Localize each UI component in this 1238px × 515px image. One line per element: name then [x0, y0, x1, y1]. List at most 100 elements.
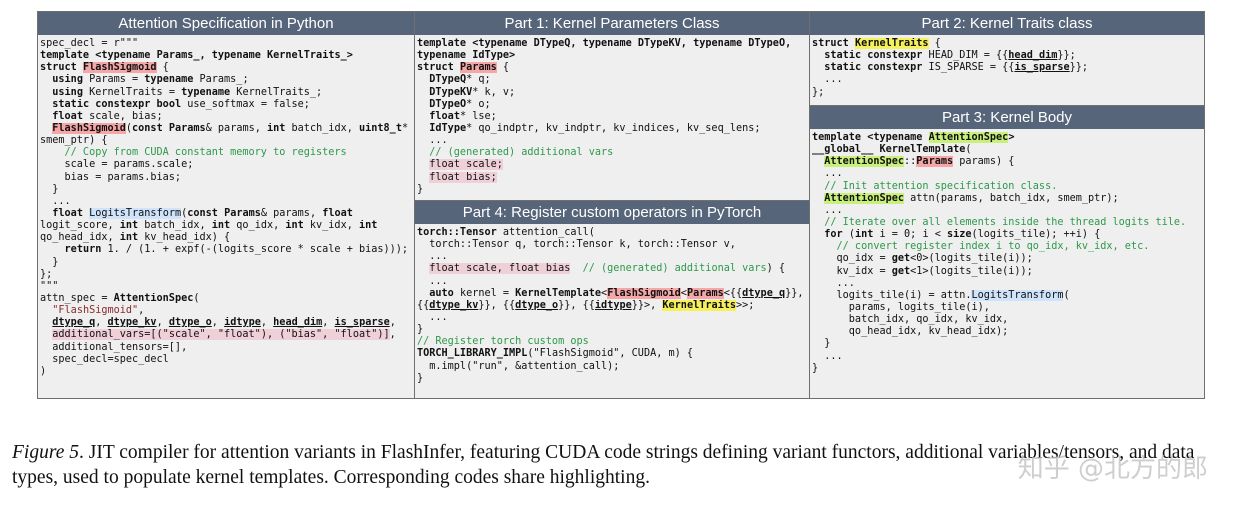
code-line: scale = params.scale; [40, 159, 194, 171]
code-line: additional_tensors=[], [40, 341, 188, 353]
part3-panel: Part 3: Kernel Body template <typename A… [810, 106, 1204, 375]
code-line: "FlashSigmoid", [52, 305, 145, 317]
part4-panel: Part 4: Register custom operators in PyT… [415, 201, 809, 385]
code-line: static constexpr IS_SPARSE = {{is_sparse… [824, 62, 1089, 74]
code-line: }; [40, 268, 53, 280]
code-line: logit_score, int batch_idx, int qo_idx, … [40, 220, 378, 232]
code-line: additional_vars=[("scale", "float"), ("b… [52, 329, 396, 341]
part3-header: Part 3: Kernel Body [810, 106, 1204, 129]
code-line: qo_head_idx, int kv_head_idx) { [40, 232, 231, 244]
code-line: logits_tile(i) = attn.LogitsTransform( [812, 289, 1070, 301]
code-line: torch::Tensor q, torch::Tensor k, torch:… [417, 239, 736, 251]
code-line: struct KernelTraits { [812, 38, 941, 49]
code-line: AttentionSpec::Params params) { [824, 156, 1015, 168]
code-line: } [417, 324, 424, 336]
watermark: 知乎 @北方的郎 [1017, 454, 1208, 484]
code-line: ... [812, 277, 855, 289]
code-line: // convert register index i to qo_idx, k… [812, 241, 1150, 253]
code-line: attn_spec = AttentionSpec( [40, 292, 200, 304]
figure-label: Figure 5 [12, 442, 79, 463]
code-line: float LogitsTransform(const Params& para… [52, 207, 353, 219]
code-line: ... [417, 311, 448, 323]
code-line: using Params = typename Params_; [52, 74, 249, 86]
part1-code: template <typename DTypeQ, typename DTyp… [415, 35, 809, 196]
python-spec-code: spec_decl = r""" template <typename Param… [38, 35, 414, 378]
divider [809, 12, 810, 398]
part3-code: template <typename AttentionSpec> __globa… [810, 129, 1204, 375]
figure-panel: Attention Specification in Python spec_d… [37, 11, 1205, 399]
code-line: float scale; [429, 159, 503, 171]
code-line: ... [812, 74, 843, 86]
code-line: struct Params { [417, 62, 510, 74]
code-line: float scale, float bias // (generated) a… [429, 263, 786, 275]
part4-header: Part 4: Register custom operators in PyT… [415, 201, 809, 224]
code-line: AttentionSpec attn(params, batch_idx, sm… [824, 192, 1119, 204]
part2-header: Part 2: Kernel Traits class [810, 12, 1204, 35]
code-line: ... [812, 168, 843, 180]
part1-header: Part 1: Kernel Parameters Class [415, 12, 809, 35]
code-line: ... [417, 251, 448, 263]
code-line: ... [417, 275, 448, 287]
divider [415, 200, 809, 201]
code-line: spec_decl=spec_decl [40, 353, 169, 365]
code-line: kv_idx = get<1>(logits_tile(i)); [812, 265, 1033, 277]
part4-code: torch::Tensor attention_call( torch::Ten… [415, 224, 809, 385]
code-line: bias = params.bias; [40, 171, 182, 183]
code-line: qo_idx = get<0>(logits_tile(i)); [812, 253, 1033, 265]
code-line: } [417, 183, 424, 195]
code-line: torch::Tensor attention_call( [417, 227, 595, 238]
code-line: } [40, 183, 59, 195]
code-line: ... [812, 204, 843, 216]
divider [414, 12, 415, 398]
code-line: float bias; [429, 171, 497, 183]
code-line: template <typename Params_, typename Ker… [40, 50, 353, 62]
code-line: FlashSigmoid(const Params& params, int b… [52, 122, 409, 134]
code-line: template <typename AttentionSpec> [812, 132, 1015, 143]
part1-panel: Part 1: Kernel Parameters Class template… [415, 12, 809, 196]
code-line: // Copy from CUDA constant memory to reg… [40, 147, 347, 159]
code-line: params, logits_tile(i), [812, 301, 990, 313]
code-line: using KernelTraits = typename KernelTrai… [52, 86, 323, 98]
code-line: ) [40, 365, 47, 377]
code-line: // Iterate over all elements inside the … [812, 216, 1187, 228]
part2-code: struct KernelTraits { static constexpr H… [810, 35, 1204, 99]
python-spec-panel: Attention Specification in Python spec_d… [38, 12, 414, 378]
code-line: // Register torch custom ops [417, 336, 589, 348]
code-line: batch_idx, qo_idx, kv_idx, [812, 314, 1009, 326]
code-line: template <typename DTypeQ, typename DTyp… [417, 38, 792, 49]
code-line: float scale, bias; [52, 110, 163, 122]
code-line: struct FlashSigmoid { [40, 62, 169, 74]
code-line: TORCH_LIBRARY_IMPL("FlashSigmoid", CUDA,… [417, 348, 694, 360]
code-line: static constexpr bool use_softmax = fals… [52, 98, 310, 110]
code-line: auto kernel = KernelTemplate<FlashSigmoi… [429, 287, 804, 299]
code-line: dtype_q, dtype_kv, dtype_o, idtype, head… [52, 317, 396, 329]
code-line: DTypeO* o; [429, 98, 491, 110]
code-line: }; [812, 86, 825, 98]
code-line: {{dtype_kv}}, {{dtype_o}}, {{idtype}}>, … [417, 299, 755, 311]
code-line: // Init attention specification class. [812, 180, 1058, 192]
code-line: ... [417, 135, 448, 147]
code-line: spec_decl = r""" [40, 38, 139, 49]
code-line: typename IdType> [417, 50, 516, 62]
code-line: } [812, 338, 831, 350]
code-line: __global__ KernelTemplate( [812, 144, 972, 156]
python-spec-header: Attention Specification in Python [38, 12, 414, 35]
code-line: qo_head_idx, kv_head_idx); [812, 326, 1009, 338]
code-line: ... [812, 350, 843, 362]
code-line: ... [40, 195, 71, 207]
divider [810, 105, 1204, 106]
code-line: static constexpr HEAD_DIM = {{head_dim}}… [824, 50, 1076, 62]
code-line: DTypeQ* q; [429, 74, 491, 86]
code-line: DTypeKV* k, v; [429, 86, 516, 98]
code-line: m.impl("run", &attention_call); [417, 360, 620, 372]
part2-panel: Part 2: Kernel Traits class struct Kerne… [810, 12, 1204, 99]
code-line: IdType* qo_indptr, kv_indptr, kv_indices… [429, 122, 761, 134]
code-line: float* lse; [429, 110, 497, 122]
code-line: } [417, 372, 424, 384]
code-line: for (int i = 0; i < size(logits_tile); +… [824, 229, 1101, 241]
code-line: smem_ptr) { [40, 135, 108, 147]
code-line: """ [40, 280, 59, 292]
code-line: } [40, 256, 59, 268]
code-line: return 1. / (1. + expf(-(logits_score * … [64, 244, 409, 256]
code-line: } [812, 362, 819, 374]
